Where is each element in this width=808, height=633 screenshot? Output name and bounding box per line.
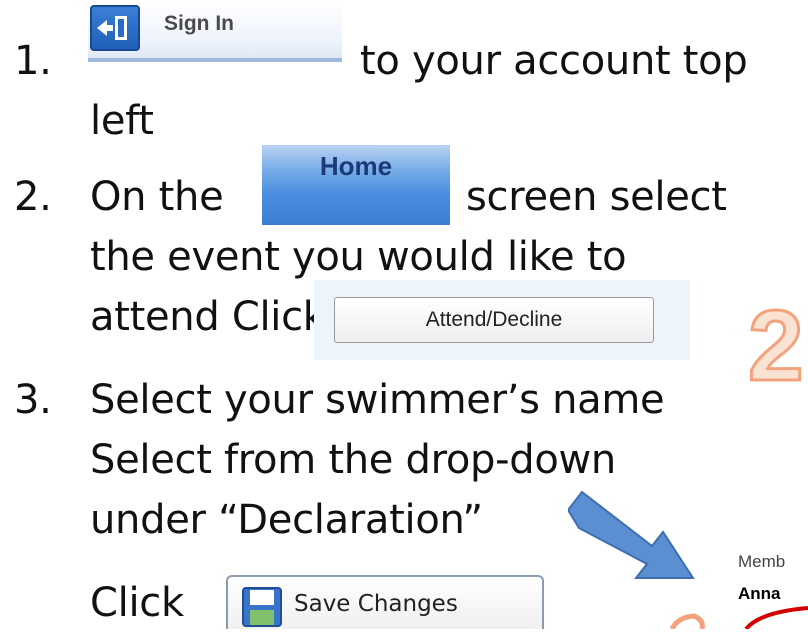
sign-in-button[interactable]: Sign In [88,2,342,62]
step-number-1: 1. [14,38,52,84]
step-1-text-line2: left [90,98,154,144]
step-1-text: to your account top [360,38,748,84]
step-2-text-before: On the [90,174,224,220]
save-changes-label: Save Changes [294,591,458,617]
callout-number-text: 2 [748,294,804,386]
step-2-text-line3: attend Click [90,294,326,340]
save-disk-icon [242,587,282,631]
member-fragment: Memb [738,552,786,571]
step-3-line3: under “Declaration” [90,497,483,543]
step-number-2: 2. [14,174,52,220]
attend-decline-panel: Attend/Decline [314,280,690,360]
step-3-line2: Select from the drop-down [90,437,616,483]
sign-in-icon [90,5,140,51]
step-3-line1: Select your swimmer’s name [90,377,665,423]
home-tab[interactable]: Home [262,145,450,225]
click-label: Click [90,580,184,626]
step-number-3: 3. [14,377,52,423]
attend-decline-button[interactable]: Attend/Decline [334,297,654,343]
arrow-icon [566,488,700,588]
sign-in-label: Sign In [164,12,234,35]
callout-number-2: 2 [746,289,808,404]
step-2-text-after: screen select [466,174,727,220]
red-circle-annotation [660,600,808,633]
step-2-text-line2: the event you would like to [90,234,627,280]
home-tab-label: Home [319,151,393,181]
save-changes-button[interactable]: Save Changes [226,575,544,629]
